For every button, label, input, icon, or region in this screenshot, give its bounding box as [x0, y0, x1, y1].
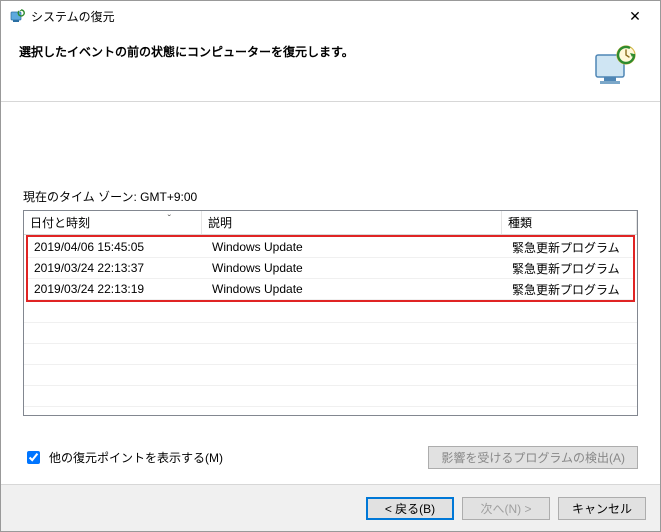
footer-buttons: < 戻る(B) 次へ(N) > キャンセル	[1, 484, 660, 531]
table-empty-rows	[24, 302, 637, 407]
system-restore-icon	[9, 8, 25, 24]
cell-desc: Windows Update	[206, 240, 506, 254]
column-header-type-label: 種類	[508, 214, 532, 231]
column-header-description[interactable]: 説明	[202, 211, 502, 234]
table-row[interactable]: 2019/03/24 22:13:19 Windows Update 緊急更新プ…	[28, 279, 633, 300]
column-header-type[interactable]: 種類	[502, 211, 637, 234]
show-more-restore-points-checkbox[interactable]	[27, 451, 40, 464]
cell-type: 緊急更新プログラム	[506, 260, 633, 277]
main-content: 現在のタイム ゾーン: GMT+9:00 日付と時刻 ˇ 説明 種類 2019/…	[1, 102, 660, 416]
system-restore-large-icon	[590, 41, 638, 89]
titlebar: システムの復元 ✕	[1, 1, 660, 31]
table-row[interactable]: 2019/03/24 22:13:37 Windows Update 緊急更新プ…	[28, 258, 633, 279]
timezone-label: 現在のタイム ゾーン: GMT+9:00	[23, 188, 638, 205]
cancel-button[interactable]: キャンセル	[558, 497, 646, 520]
table-row-empty	[24, 386, 637, 407]
cell-date: 2019/03/24 22:13:37	[28, 261, 206, 275]
close-icon: ✕	[629, 8, 641, 25]
cell-desc: Windows Update	[206, 282, 506, 296]
table-row[interactable]: 2019/04/06 15:45:05 Windows Update 緊急更新プ…	[28, 237, 633, 258]
back-button[interactable]: < 戻る(B)	[366, 497, 454, 520]
column-header-date[interactable]: 日付と時刻 ˇ	[24, 211, 202, 234]
column-header-description-label: 説明	[208, 214, 232, 231]
restore-points-table[interactable]: 日付と時刻 ˇ 説明 種類 2019/04/06 15:45:05 Window…	[23, 210, 638, 416]
cell-desc: Windows Update	[206, 261, 506, 275]
cell-type: 緊急更新プログラム	[506, 281, 633, 298]
header-bar: 選択したイベントの前の状態にコンピューターを復元します。	[1, 31, 660, 102]
cell-date: 2019/04/06 15:45:05	[28, 240, 206, 254]
sort-indicator-icon: ˇ	[168, 214, 171, 225]
next-button[interactable]: 次へ(N) >	[462, 497, 550, 520]
scan-affected-programs-button[interactable]: 影響を受けるプログラムの検出(A)	[428, 446, 638, 469]
cell-date: 2019/03/24 22:13:19	[28, 282, 206, 296]
table-row-empty	[24, 344, 637, 365]
column-header-date-label: 日付と時刻	[30, 214, 90, 231]
show-more-restore-points-label[interactable]: 他の復元ポイントを表示する(M)	[23, 448, 223, 467]
table-row-empty	[24, 323, 637, 344]
table-row-empty	[24, 365, 637, 386]
close-button[interactable]: ✕	[614, 2, 656, 30]
page-headline: 選択したイベントの前の状態にコンピューターを復元します。	[19, 41, 590, 60]
table-header: 日付と時刻 ˇ 説明 種類	[24, 211, 637, 235]
table-body: 2019/04/06 15:45:05 Windows Update 緊急更新プ…	[28, 237, 633, 300]
highlighted-rows: 2019/04/06 15:45:05 Windows Update 緊急更新プ…	[26, 235, 635, 302]
window-title: システムの復元	[31, 8, 614, 25]
show-more-restore-points-text: 他の復元ポイントを表示する(M)	[49, 449, 223, 466]
options-row: 他の復元ポイントを表示する(M) 影響を受けるプログラムの検出(A)	[1, 416, 660, 469]
cell-type: 緊急更新プログラム	[506, 239, 633, 256]
table-row-empty	[24, 302, 637, 323]
